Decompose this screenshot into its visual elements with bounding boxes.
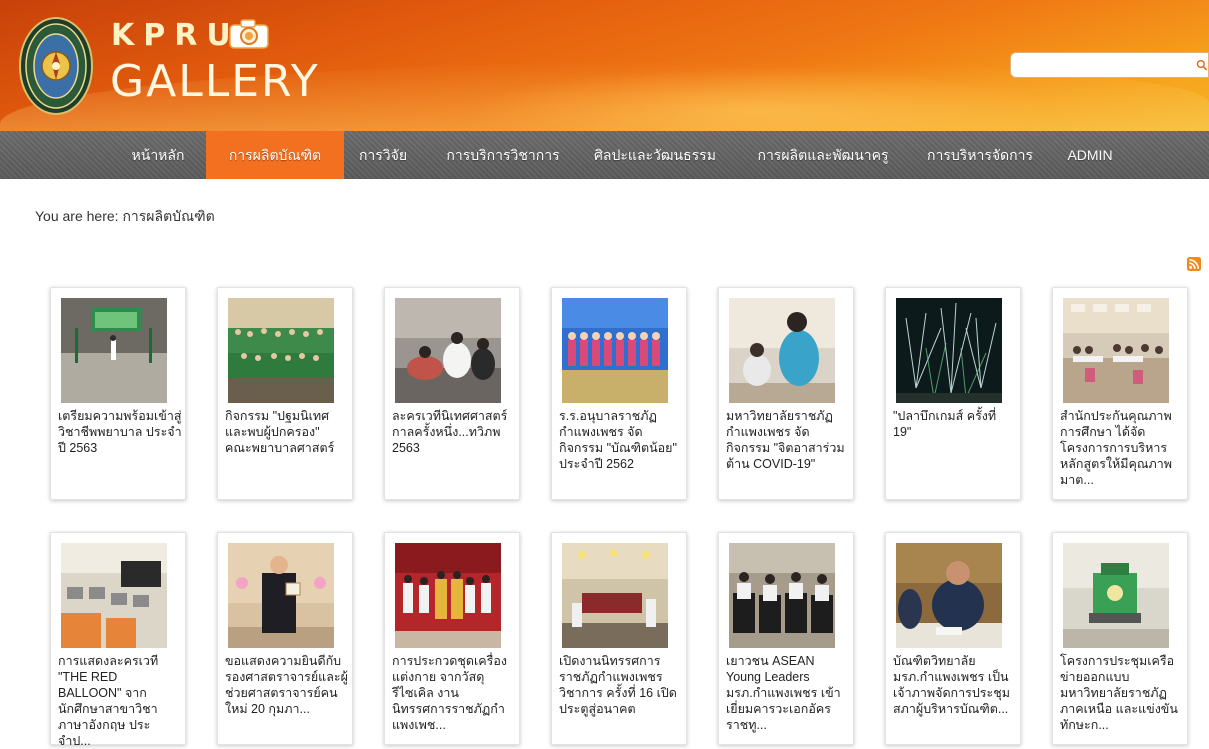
gallery-thumbnail[interactable]	[395, 543, 501, 648]
gallery-card[interactable]: เปิดงานนิทรรศการราชภัฏกำแพงเพชร วิชาการ …	[551, 532, 687, 745]
gallery-card[interactable]: "ปลาบึกเกมส์ ครั้งที่ 19"	[885, 287, 1021, 500]
breadcrumb: You are here: การผลิตบัณฑิต	[35, 206, 215, 228]
nav-item-academic-service[interactable]: การบริการวิชาการ	[436, 131, 570, 179]
gallery-caption[interactable]: กิจกรรม "ปฐมนิเทศและพบผู้ปกครอง" คณะพยาบ…	[225, 408, 349, 456]
rss-icon[interactable]	[1187, 257, 1201, 271]
nav-item-teacher-development[interactable]: การผลิตและพัฒนาครู	[742, 131, 904, 179]
breadcrumb-prefix: You are here:	[35, 208, 123, 224]
gallery-card[interactable]: ร.ร.อนุบาลราชภัฏกำแพงเพชร จัดกิจกรรม "บั…	[551, 287, 687, 500]
nav-item-art-culture[interactable]: ศิลปะและวัฒนธรรม	[582, 131, 728, 179]
kpru-seal-icon[interactable]	[19, 16, 93, 116]
search-box	[1010, 52, 1209, 78]
gallery-card[interactable]: โครงการประชุมเครือข่ายออกแบบ มหาวิทยาลัย…	[1052, 532, 1188, 745]
nav-item-graduate-production[interactable]: การผลิตบัณฑิต	[206, 131, 344, 179]
gallery-thumbnail[interactable]	[562, 543, 668, 648]
nav-item-home[interactable]: หน้าหลัก	[116, 131, 200, 179]
gallery-caption[interactable]: การแสดงละครเวที "THE RED BALLOON" จากนัก…	[58, 653, 182, 749]
nav-item-admin[interactable]: ADMIN	[1052, 131, 1128, 179]
gallery-card[interactable]: ละครเวทีนิเทศศาสตร์ กาลครั้งหนึ่ง...ทวิภ…	[384, 287, 520, 500]
search-icon[interactable]	[1196, 59, 1208, 71]
gallery-thumbnail[interactable]	[228, 543, 334, 648]
gallery-card[interactable]: การประกวดชุดเครื่องแต่งกาย จากวัสดุรีไซเ…	[384, 532, 520, 745]
gallery-card[interactable]: ขอแสดงความยินดีกับรองศาสตราจารย์และผู้ช่…	[217, 532, 353, 745]
gallery-caption[interactable]: โครงการประชุมเครือข่ายออกแบบ มหาวิทยาลัย…	[1060, 653, 1184, 733]
brand-kpru-text: KPRU	[111, 18, 240, 53]
gallery-caption[interactable]: ร.ร.อนุบาลราชภัฏกำแพงเพชร จัดกิจกรรม "บั…	[559, 408, 683, 472]
gallery-thumbnail[interactable]	[395, 298, 501, 403]
gallery-caption[interactable]: เปิดงานนิทรรศการราชภัฏกำแพงเพชร วิชาการ …	[559, 653, 683, 717]
gallery-card[interactable]: บัณฑิตวิทยาลัย มรภ.กำแพงเพชร เป็นเจ้าภาพ…	[885, 532, 1021, 745]
gallery-card[interactable]: เยาวชน ASEAN Young Leaders มรภ.กำแพงเพชร…	[718, 532, 854, 745]
gallery-thumbnail[interactable]	[729, 298, 835, 403]
gallery-caption[interactable]: สำนักประกันคุณภาพการศึกษา ได้จัดโครงการก…	[1060, 408, 1184, 488]
gallery-caption[interactable]: ละครเวทีนิเทศศาสตร์ กาลครั้งหนึ่ง...ทวิภ…	[392, 408, 516, 456]
gallery-thumbnail[interactable]	[896, 543, 1002, 648]
gallery-thumbnail[interactable]	[228, 298, 334, 403]
gallery-caption[interactable]: ขอแสดงความยินดีกับรองศาสตราจารย์และผู้ช่…	[225, 653, 349, 717]
camera-icon	[229, 19, 269, 49]
gallery-caption[interactable]: เยาวชน ASEAN Young Leaders มรภ.กำแพงเพชร…	[726, 653, 850, 733]
main-nav: หน้าหลัก การผลิตบัณฑิต การวิจัย การบริกา…	[0, 131, 1209, 179]
gallery-thumbnail[interactable]	[729, 543, 835, 648]
gallery-thumbnail[interactable]	[1063, 298, 1169, 403]
gallery-caption[interactable]: มหาวิทยาลัยราชภัฏกำแพงเพชร จัดกิจกรรม "จ…	[726, 408, 850, 472]
gallery-card[interactable]: มหาวิทยาลัยราชภัฏกำแพงเพชร จัดกิจกรรม "จ…	[718, 287, 854, 500]
site-header: KPRU GALLERY	[0, 0, 1209, 131]
gallery-card[interactable]: การแสดงละครเวที "THE RED BALLOON" จากนัก…	[50, 532, 186, 748]
gallery-thumbnail[interactable]	[1063, 543, 1169, 648]
nav-item-research[interactable]: การวิจัย	[344, 131, 422, 179]
gallery-caption[interactable]: บัณฑิตวิทยาลัย มรภ.กำแพงเพชร เป็นเจ้าภาพ…	[893, 653, 1017, 717]
gallery-caption[interactable]: การประกวดชุดเครื่องแต่งกาย จากวัสดุรีไซเ…	[392, 653, 516, 733]
gallery-thumbnail[interactable]	[61, 543, 167, 648]
gallery-card[interactable]: กิจกรรม "ปฐมนิเทศและพบผู้ปกครอง" คณะพยาบ…	[217, 287, 353, 500]
gallery-card[interactable]: เตรียมความพร้อมเข้าสู่วิชาชีพพยาบาล ประจ…	[50, 287, 186, 500]
gallery-thumbnail[interactable]	[61, 298, 167, 403]
gallery-caption[interactable]: "ปลาบึกเกมส์ ครั้งที่ 19"	[893, 408, 1017, 440]
gallery-caption[interactable]: เตรียมความพร้อมเข้าสู่วิชาชีพพยาบาล ประจ…	[58, 408, 182, 456]
gallery-thumbnail[interactable]	[896, 298, 1002, 403]
nav-item-management[interactable]: การบริหารจัดการ	[916, 131, 1044, 179]
gallery-thumbnail[interactable]	[562, 298, 668, 403]
gallery-card[interactable]: สำนักประกันคุณภาพการศึกษา ได้จัดโครงการก…	[1052, 287, 1188, 500]
search-input[interactable]	[1011, 54, 1197, 76]
breadcrumb-current: การผลิตบัณฑิต	[122, 208, 215, 224]
brand-gallery-text: GALLERY	[110, 56, 320, 107]
